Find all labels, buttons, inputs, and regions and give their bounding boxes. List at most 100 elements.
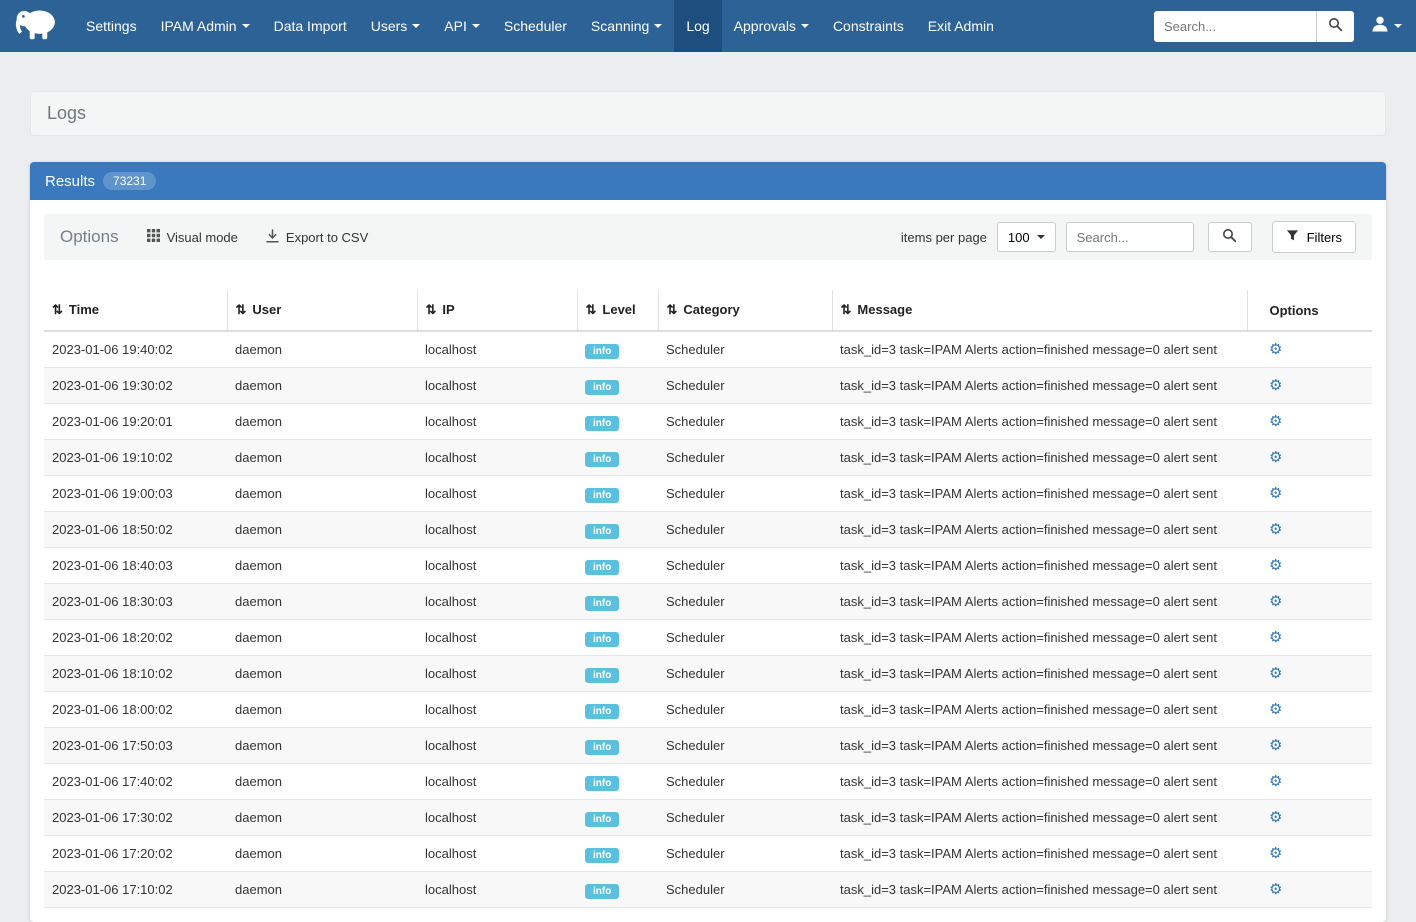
nav-item-users[interactable]: Users bbox=[359, 0, 433, 52]
log-ip: localhost bbox=[417, 656, 577, 692]
sort-icon: ⇅ bbox=[667, 302, 678, 317]
nav-item-log[interactable]: Log bbox=[674, 0, 721, 52]
log-options: ⚙ bbox=[1247, 584, 1372, 620]
log-message: task_id=3 task=IPAM Alerts action=finish… bbox=[832, 836, 1247, 872]
log-options: ⚙ bbox=[1247, 368, 1372, 404]
log-category: Scheduler bbox=[658, 476, 832, 512]
log-ip: localhost bbox=[417, 440, 577, 476]
gear-icon[interactable]: ⚙ bbox=[1269, 341, 1282, 358]
phpipam-logo[interactable] bbox=[8, 0, 74, 52]
gear-icon[interactable]: ⚙ bbox=[1269, 737, 1282, 754]
log-category: Scheduler bbox=[658, 368, 832, 404]
log-options: ⚙ bbox=[1247, 836, 1372, 872]
level-badge: info bbox=[585, 344, 619, 359]
results-header: Results 73231 bbox=[30, 162, 1386, 200]
log-time: 2023-01-06 17:10:02 bbox=[44, 872, 227, 908]
log-level: info bbox=[577, 404, 658, 440]
gear-icon[interactable]: ⚙ bbox=[1269, 521, 1282, 538]
gear-icon[interactable]: ⚙ bbox=[1269, 845, 1282, 862]
log-user: daemon bbox=[227, 728, 417, 764]
col-header-message[interactable]: ⇅Message bbox=[832, 290, 1247, 331]
table-search-button[interactable] bbox=[1208, 222, 1252, 252]
gear-icon[interactable]: ⚙ bbox=[1269, 881, 1282, 898]
log-level: info bbox=[577, 440, 658, 476]
log-message: task_id=3 task=IPAM Alerts action=finish… bbox=[832, 512, 1247, 548]
log-time: 2023-01-06 19:20:01 bbox=[44, 404, 227, 440]
col-header-time[interactable]: ⇅Time bbox=[44, 290, 227, 331]
log-level: info bbox=[577, 872, 658, 908]
log-category: Scheduler bbox=[658, 440, 832, 476]
log-message: task_id=3 task=IPAM Alerts action=finish… bbox=[832, 620, 1247, 656]
log-level: info bbox=[577, 548, 658, 584]
navbar-search-input[interactable] bbox=[1154, 11, 1316, 42]
log-message: task_id=3 task=IPAM Alerts action=finish… bbox=[832, 368, 1247, 404]
gear-icon[interactable]: ⚙ bbox=[1269, 449, 1282, 466]
user-menu[interactable] bbox=[1370, 14, 1402, 39]
level-badge: info bbox=[585, 596, 619, 611]
table-row: 2023-01-06 18:50:02 daemon localhost inf… bbox=[44, 512, 1372, 548]
visual-mode-button[interactable]: Visual mode bbox=[147, 229, 238, 245]
log-message: task_id=3 task=IPAM Alerts action=finish… bbox=[832, 800, 1247, 836]
log-options: ⚙ bbox=[1247, 331, 1372, 368]
log-time: 2023-01-06 18:10:02 bbox=[44, 656, 227, 692]
user-icon bbox=[1370, 14, 1390, 39]
log-time: 2023-01-06 18:00:02 bbox=[44, 692, 227, 728]
nav-item-scheduler[interactable]: Scheduler bbox=[492, 0, 579, 52]
sort-icon: ⇅ bbox=[52, 302, 63, 317]
table-row: 2023-01-06 18:10:02 daemon localhost inf… bbox=[44, 656, 1372, 692]
nav-item-settings[interactable]: Settings bbox=[74, 0, 149, 52]
navbar-search-button[interactable] bbox=[1316, 11, 1354, 42]
gear-icon[interactable]: ⚙ bbox=[1269, 485, 1282, 502]
gear-icon[interactable]: ⚙ bbox=[1269, 665, 1282, 682]
log-options: ⚙ bbox=[1247, 512, 1372, 548]
items-per-page-select[interactable]: 100 bbox=[997, 222, 1056, 252]
log-category: Scheduler bbox=[658, 404, 832, 440]
table-search-input[interactable] bbox=[1066, 222, 1194, 252]
gear-icon[interactable]: ⚙ bbox=[1269, 701, 1282, 718]
log-options: ⚙ bbox=[1247, 764, 1372, 800]
gear-icon[interactable]: ⚙ bbox=[1269, 593, 1282, 610]
gear-icon[interactable]: ⚙ bbox=[1269, 413, 1282, 430]
gear-icon[interactable]: ⚙ bbox=[1269, 557, 1282, 574]
log-message: task_id=3 task=IPAM Alerts action=finish… bbox=[832, 404, 1247, 440]
table-row: 2023-01-06 17:10:02 daemon localhost inf… bbox=[44, 872, 1372, 908]
log-ip: localhost bbox=[417, 331, 577, 368]
log-user: daemon bbox=[227, 548, 417, 584]
sort-icon: ⇅ bbox=[236, 302, 247, 317]
export-csv-button[interactable]: Export to CSV bbox=[266, 229, 368, 246]
nav-item-data-import[interactable]: Data Import bbox=[262, 0, 359, 52]
nav-item-constraints[interactable]: Constraints bbox=[821, 0, 916, 52]
nav-item-exit-admin[interactable]: Exit Admin bbox=[916, 0, 1006, 52]
funnel-icon bbox=[1286, 229, 1299, 245]
log-user: daemon bbox=[227, 764, 417, 800]
log-category: Scheduler bbox=[658, 692, 832, 728]
nav-item-ipam-admin[interactable]: IPAM Admin bbox=[149, 0, 262, 52]
log-category: Scheduler bbox=[658, 764, 832, 800]
log-message: task_id=3 task=IPAM Alerts action=finish… bbox=[832, 584, 1247, 620]
nav-item-api[interactable]: API bbox=[432, 0, 492, 52]
col-header-level[interactable]: ⇅Level bbox=[577, 290, 658, 331]
results-title: Results bbox=[45, 173, 95, 190]
log-message: task_id=3 task=IPAM Alerts action=finish… bbox=[832, 692, 1247, 728]
logs-title-panel: Logs bbox=[30, 91, 1386, 136]
col-header-category[interactable]: ⇅Category bbox=[658, 290, 832, 331]
log-time: 2023-01-06 18:20:02 bbox=[44, 620, 227, 656]
gear-icon[interactable]: ⚙ bbox=[1269, 377, 1282, 394]
nav-item-approvals[interactable]: Approvals bbox=[722, 0, 821, 52]
col-header-ip[interactable]: ⇅IP bbox=[417, 290, 577, 331]
log-category: Scheduler bbox=[658, 512, 832, 548]
log-ip: localhost bbox=[417, 368, 577, 404]
gear-icon[interactable]: ⚙ bbox=[1269, 809, 1282, 826]
nav-item-scanning[interactable]: Scanning bbox=[579, 0, 674, 52]
log-time: 2023-01-06 17:50:03 bbox=[44, 728, 227, 764]
gear-icon[interactable]: ⚙ bbox=[1269, 773, 1282, 790]
results-count-badge: 73231 bbox=[103, 172, 156, 190]
table-row: 2023-01-06 19:40:02 daemon localhost inf… bbox=[44, 331, 1372, 368]
filters-button[interactable]: Filters bbox=[1272, 221, 1356, 253]
level-badge: info bbox=[585, 380, 619, 395]
col-header-user[interactable]: ⇅User bbox=[227, 290, 417, 331]
log-level: info bbox=[577, 368, 658, 404]
log-ip: localhost bbox=[417, 548, 577, 584]
gear-icon[interactable]: ⚙ bbox=[1269, 629, 1282, 646]
log-time: 2023-01-06 18:50:02 bbox=[44, 512, 227, 548]
